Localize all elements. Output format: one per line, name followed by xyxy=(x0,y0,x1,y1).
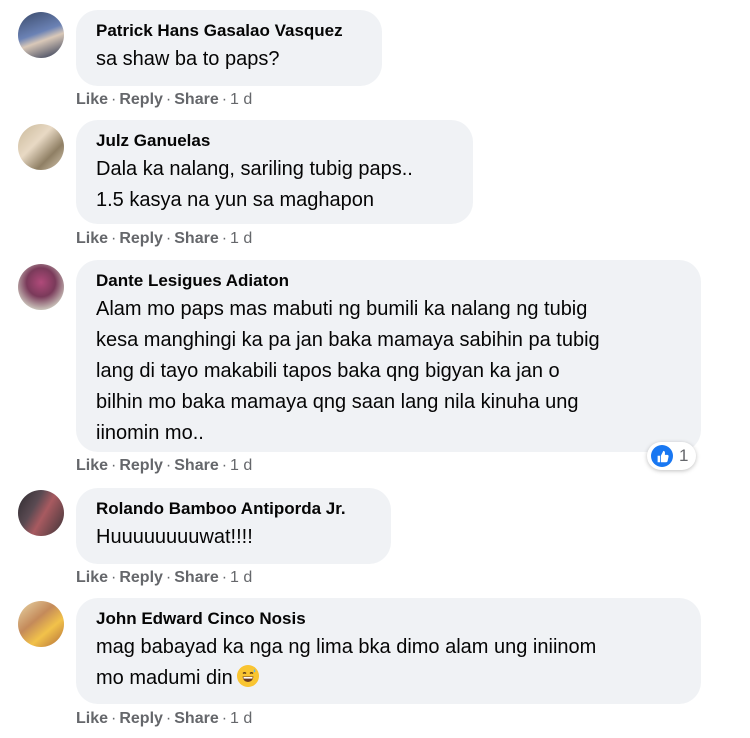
avatar[interactable] xyxy=(18,124,64,170)
comment-text: Alam mo paps mas mabuti ng bumili ka nal… xyxy=(96,298,588,320)
comment-text: 1.5 kasya na yun sa maghapon xyxy=(96,189,374,211)
avatar[interactable] xyxy=(18,12,64,58)
share-button[interactable]: Share xyxy=(174,230,218,247)
reply-button[interactable]: Reply xyxy=(119,710,163,727)
reply-button[interactable]: Reply xyxy=(119,91,163,108)
like-reaction-icon xyxy=(651,445,673,467)
comment-text: Huuuuuuuuwat!!!! xyxy=(96,526,253,548)
comment-bubble: Julz Ganuelas Dala ka nalang, sariling t… xyxy=(76,120,473,224)
commenter-name[interactable]: Julz Ganuelas xyxy=(96,130,453,152)
timestamp[interactable]: 1 d xyxy=(230,230,252,247)
commenter-name[interactable]: John Edward Cinco Nosis xyxy=(96,608,681,630)
share-button[interactable]: Share xyxy=(174,457,218,474)
avatar[interactable] xyxy=(18,490,64,536)
comment-text: Dala ka nalang, sariling tubig paps.. xyxy=(96,158,413,180)
reply-button[interactable]: Reply xyxy=(119,457,163,474)
timestamp[interactable]: 1 d xyxy=(230,457,252,474)
like-button[interactable]: Like xyxy=(76,91,108,108)
reaction-count-text: 1 xyxy=(679,446,689,465)
comment-bubble: John Edward Cinco Nosis mag babayad ka n… xyxy=(76,598,701,704)
comment-actions: Like · Reply · Share · 1 d xyxy=(76,710,253,727)
like-button[interactable]: Like xyxy=(76,230,108,247)
avatar[interactable] xyxy=(18,264,64,310)
timestamp[interactable]: 1 d xyxy=(230,569,252,586)
comment-text: iinomin mo.. xyxy=(96,422,204,444)
share-button[interactable]: Share xyxy=(174,710,218,727)
like-button[interactable]: Like xyxy=(76,710,108,727)
reply-button[interactable]: Reply xyxy=(119,230,163,247)
comment-actions: Like · Reply · Share · 1 d xyxy=(76,230,253,247)
timestamp[interactable]: 1 d xyxy=(230,710,252,727)
comment-text: kesa manghingi ka pa jan baka mamaya sab… xyxy=(96,329,600,351)
comment-actions: Like · Reply · Share · 1 d xyxy=(76,457,253,474)
comment-text: mo madumi din xyxy=(96,663,681,694)
commenter-name[interactable]: Rolando Bamboo Antiporda Jr. xyxy=(96,498,371,520)
share-button[interactable]: Share xyxy=(174,569,218,586)
timestamp[interactable]: 1 d xyxy=(230,91,252,108)
comment-actions: Like · Reply · Share · 1 d xyxy=(76,91,253,108)
reaction-count[interactable]: 1 xyxy=(647,442,697,470)
like-button[interactable]: Like xyxy=(76,569,108,586)
comment-actions: Like · Reply · Share · 1 d xyxy=(76,569,253,586)
comment-text: sa shaw ba to paps? xyxy=(96,48,280,70)
comment-text-line: mo madumi din xyxy=(96,667,233,689)
comment-bubble: Rolando Bamboo Antiporda Jr. Huuuuuuuuwa… xyxy=(76,488,391,564)
commenter-name[interactable]: Patrick Hans Gasalao Vasquez xyxy=(96,20,362,42)
like-button[interactable]: Like xyxy=(76,457,108,474)
comment-text: lang di tayo makabili tapos baka qng big… xyxy=(96,360,560,382)
grinning-sweat-emoji-icon xyxy=(236,665,259,687)
comment-text: mag babayad ka nga ng lima bka dimo alam… xyxy=(96,636,597,658)
comment-bubble: Patrick Hans Gasalao Vasquez sa shaw ba … xyxy=(76,10,382,86)
comment-bubble: Dante Lesigues Adiaton Alam mo paps mas … xyxy=(76,260,701,452)
share-button[interactable]: Share xyxy=(174,91,218,108)
commenter-name[interactable]: Dante Lesigues Adiaton xyxy=(96,270,681,292)
comment-text: bilhin mo baka mamaya qng saan lang nila… xyxy=(96,391,579,413)
reply-button[interactable]: Reply xyxy=(119,569,163,586)
avatar[interactable] xyxy=(18,601,64,647)
